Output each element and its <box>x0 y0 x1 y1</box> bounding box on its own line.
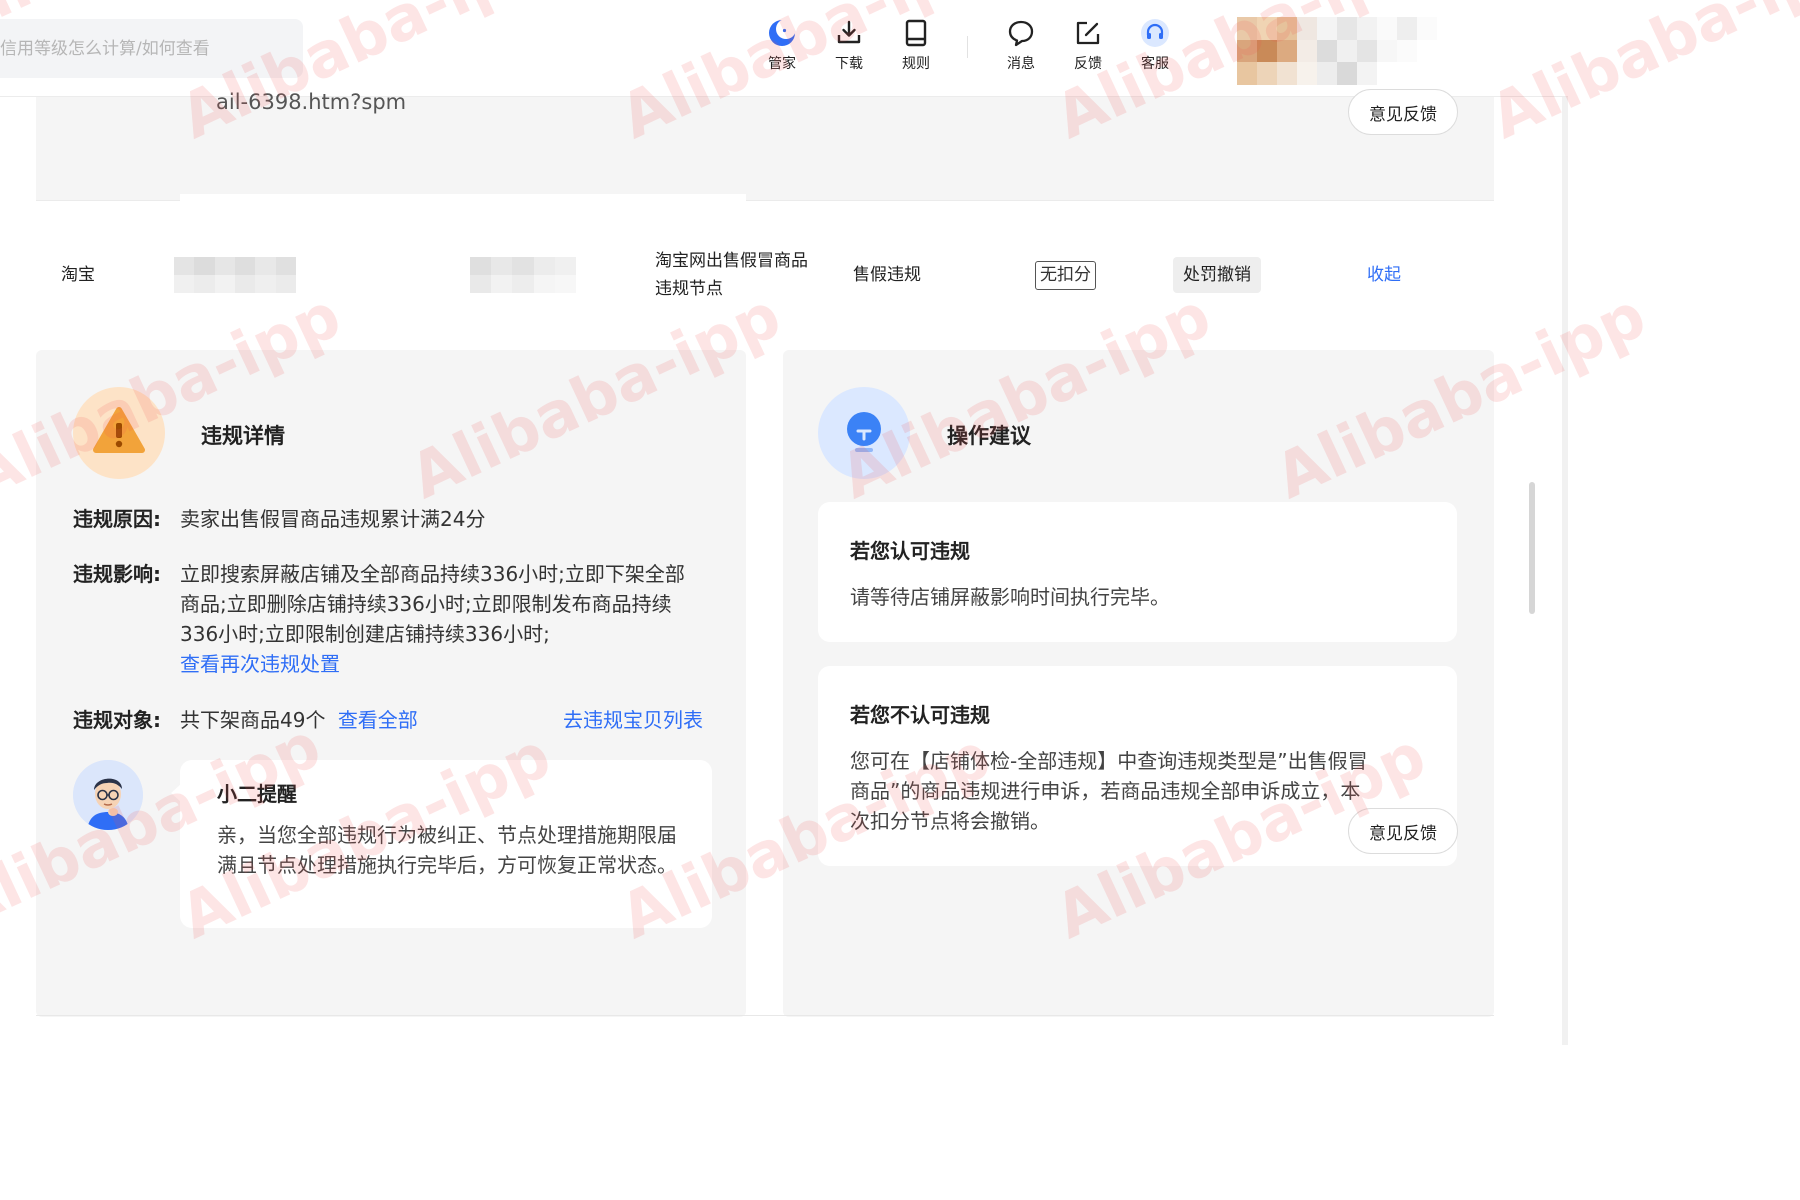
platform-cell: 淘宝 <box>61 265 95 285</box>
object-label: 违规对象: <box>73 708 161 732</box>
object-value: 共下架商品49个 <box>180 708 326 732</box>
reason-label: 违规原因: <box>73 507 161 531</box>
masked-field <box>470 257 576 293</box>
tool-label: 规则 <box>902 56 930 72</box>
lightbulb-icon <box>847 412 881 452</box>
edit-feedback-icon <box>1076 21 1100 45</box>
headset-icon <box>1141 19 1169 47</box>
search-input[interactable] <box>0 19 303 78</box>
message-icon <box>1008 20 1034 47</box>
warning-icon-circle <box>73 387 165 479</box>
tool-download[interactable]: 下载 <box>819 18 879 73</box>
page-scrollbar[interactable] <box>1562 97 1568 1045</box>
status-badge: 处罚撤销 <box>1173 257 1261 293</box>
collapse-link[interactable]: 收起 <box>1367 261 1401 289</box>
top-header: 管家 下载 规则 消息 反馈 客服 <box>0 0 1568 97</box>
advice-card-title: 若您不认可违规 <box>850 703 990 727</box>
detail-title: 违规详情 <box>201 424 285 448</box>
view-all-link[interactable]: 查看全部 <box>338 708 418 732</box>
advice-title: 操作建议 <box>947 424 1031 448</box>
assistant-avatar <box>73 760 143 830</box>
tool-rules[interactable]: 规则 <box>886 18 946 73</box>
impact-label: 违规影响: <box>73 562 161 586</box>
tool-label: 管家 <box>768 56 796 72</box>
page-content: 淘宝 淘宝网出售假冒商品违规节点 售假违规 无扣分 处罚撤销 收起 违规详情 违… <box>0 97 1568 1045</box>
advice-card-title: 若您认可违规 <box>850 539 970 563</box>
reason-value: 卖家出售假冒商品违规累计满24分 <box>180 507 486 531</box>
goto-violation-list-link[interactable]: 去违规宝贝列表 <box>563 705 703 735</box>
impact-content: 立即搜索屏蔽店铺及全部商品持续336小时;立即下架全部商品;立即删除店铺持续33… <box>180 559 700 679</box>
book-icon <box>905 19 927 47</box>
section-divider <box>36 1015 1494 1016</box>
tool-messages[interactable]: 消息 <box>991 18 1051 73</box>
moon-icon <box>769 19 796 46</box>
url-card <box>180 194 746 234</box>
inner-scrollbar-thumb[interactable] <box>1529 482 1535 614</box>
advice-card-body: 您可在【店铺体检-全部违规】中查询违规类型是”出售假冒商品”的商品违规进行申诉，… <box>850 749 1368 833</box>
toolbar-divider <box>967 36 968 58</box>
user-avatar-mosaic[interactable] <box>1237 17 1437 85</box>
feedback-button[interactable]: 意见反馈 <box>1348 89 1458 135</box>
masked-field <box>174 257 296 293</box>
repeat-violation-link[interactable]: 查看再次违规处置 <box>180 652 340 676</box>
tool-service[interactable]: 客服 <box>1125 18 1185 73</box>
deduction-tag: 无扣分 <box>1035 261 1096 290</box>
violation-detail-panel: 违规详情 违规原因: 卖家出售假冒商品违规累计满24分 违规影响: 立即搜索屏蔽… <box>36 350 746 1017</box>
url-text: ail-6398.htm?spm <box>216 90 407 114</box>
search-box[interactable] <box>0 19 303 78</box>
reminder-card: 小二提醒 亲，当您全部违规行为被纠正、节点处理措施期限届满且节点处理措施执行完毕… <box>171 760 712 928</box>
download-icon <box>837 20 861 44</box>
tool-guanjia[interactable]: 管家 <box>752 18 812 73</box>
tool-label: 客服 <box>1141 56 1169 72</box>
impact-value: 立即搜索屏蔽店铺及全部商品持续336小时;立即下架全部商品;立即删除店铺持续33… <box>180 562 685 646</box>
violation-type-cell: 售假违规 <box>853 265 921 285</box>
advice-panel: 操作建议 若您认可违规 请等待店铺屏蔽影响时间执行完毕。 若您不认可违规 您可在… <box>783 350 1494 1017</box>
warning-icon <box>93 407 145 453</box>
tool-label: 反馈 <box>1074 56 1102 72</box>
lightbulb-icon-circle <box>818 387 910 479</box>
advice-card-accept: 若您认可违规 请等待店铺屏蔽影响时间执行完毕。 <box>818 502 1457 642</box>
reminder-title: 小二提醒 <box>217 782 297 806</box>
reminder-body: 亲，当您全部违规行为被纠正、节点处理措施期限届满且节点处理措施执行完毕后，方可恢… <box>217 823 677 877</box>
object-content: 共下架商品49个 查看全部 <box>180 705 480 735</box>
tool-feedback[interactable]: 反馈 <box>1058 18 1118 73</box>
tool-label: 消息 <box>1007 56 1035 72</box>
feedback-button[interactable]: 意见反馈 <box>1348 808 1458 854</box>
advice-card-body: 请等待店铺屏蔽影响时间执行完毕。 <box>850 585 1170 609</box>
violation-node-cell: 淘宝网出售假冒商品违规节点 <box>655 251 808 299</box>
assistant-avatar-icon <box>73 760 143 830</box>
tool-label: 下载 <box>835 56 863 72</box>
